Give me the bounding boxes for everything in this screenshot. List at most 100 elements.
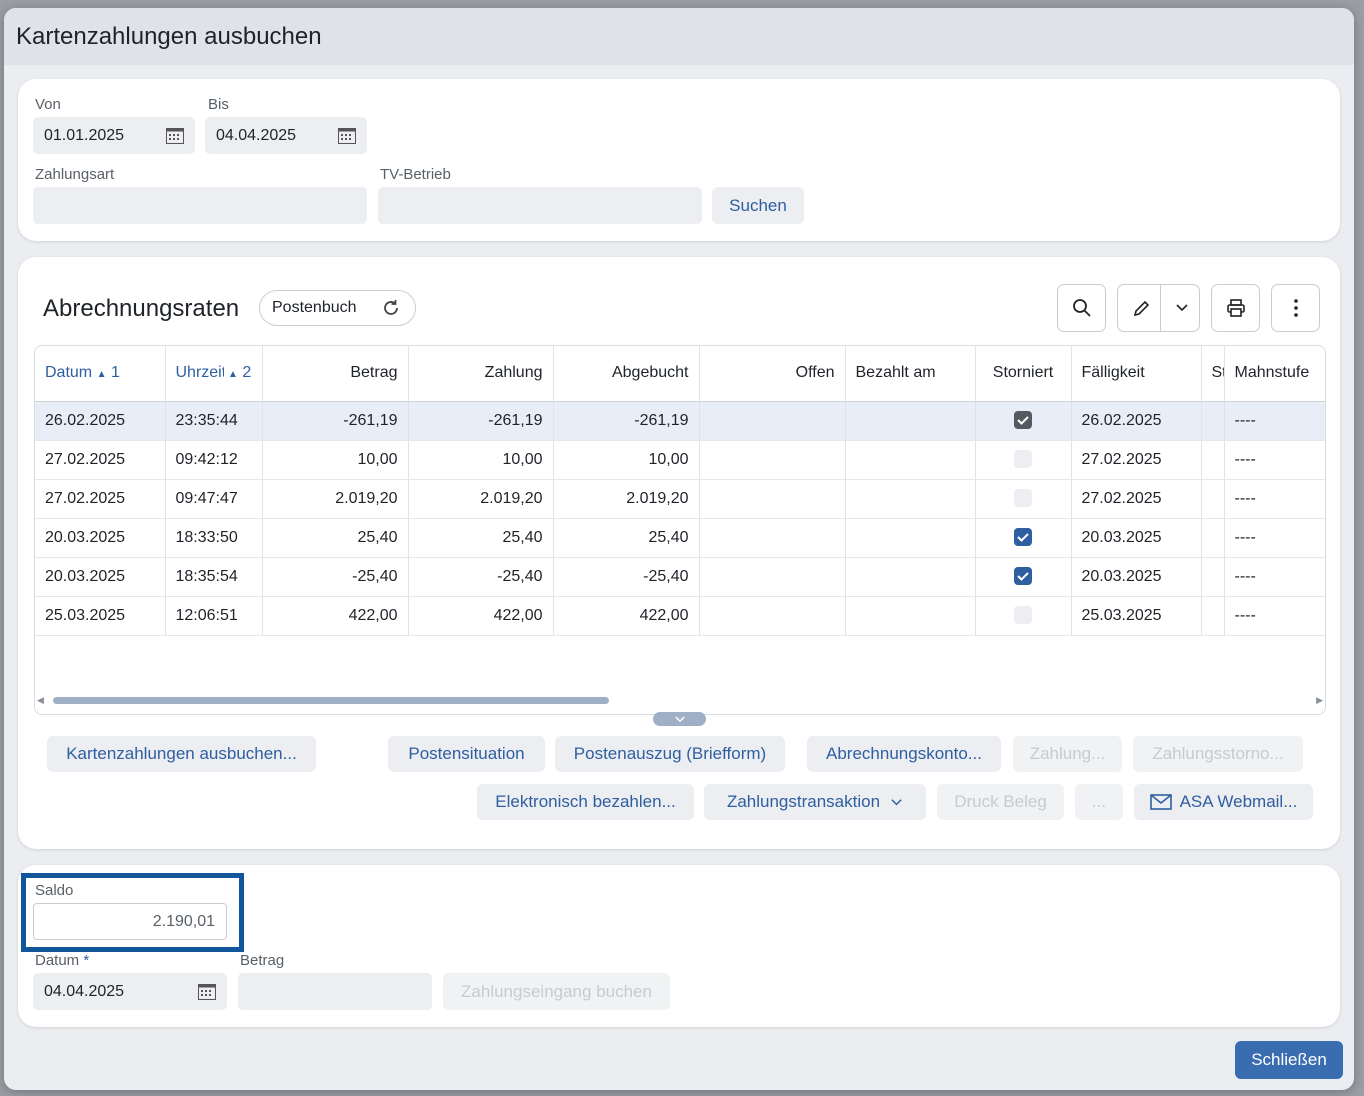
abrechnungskonto-button[interactable]: Abrechnungskonto... [807,736,1001,772]
von-date-field[interactable]: 01.01.2025 [33,117,195,154]
cell-bezahlt-am [845,440,976,480]
cell-storniert [975,440,1072,480]
cell-zahlung: -25,40 [408,557,554,597]
mail-icon [1149,794,1172,810]
table-header-row: Datum ▲ 1 Uhrzeit ▲ 2 Betrag Zahlung Abg… [35,346,1325,402]
more-options-button[interactable] [1271,284,1320,332]
horizontal-scrollbar[interactable]: ◀ ▶ [34,694,1326,706]
zahlungsstorno-button[interactable]: Zahlungsstorno... [1133,736,1303,772]
calendar-icon[interactable] [166,127,184,144]
more-actions-button[interactable]: ... [1075,784,1123,820]
tvbetrieb-label: TV-Betrieb [380,166,451,183]
betrag-field[interactable] [238,973,432,1010]
cell-betrag: 422,00 [262,596,409,636]
zahlungstransaktion-button[interactable]: Zahlungstransaktion [704,784,926,820]
cell-datum: 20.03.2025 [35,557,166,597]
cell-abgebucht: 2.019,20 [553,479,700,519]
dialog-header: Kartenzahlungen ausbuchen [4,8,1354,65]
scrollbar-thumb[interactable] [53,697,609,704]
saldo-label: Saldo [35,882,74,899]
col-bezahlt-am[interactable]: Bezahlt am [845,346,976,402]
scroll-right-icon[interactable]: ▶ [1316,695,1323,706]
sort-order-2: 2 [242,364,252,382]
cell-storniert [975,596,1072,636]
checkbox-checked-icon [1014,528,1032,547]
col-datum[interactable]: Datum ▲ 1 [35,346,166,402]
cell-datum: 26.02.2025 [35,401,166,441]
cell-faelligkeit: 20.03.2025 [1071,518,1202,558]
cell-storniert [975,557,1072,597]
datum-date-field[interactable]: 04.04.2025 [33,973,227,1010]
col-faelligkeit[interactable]: Fälligkeit [1071,346,1202,402]
cell-offen [699,401,846,441]
datum-label-text: Datum [35,952,80,969]
zahlung-button[interactable]: Zahlung... [1013,736,1122,772]
postensituation-button[interactable]: Postensituation [388,736,545,772]
cell-st [1201,479,1225,519]
table-row[interactable]: 25.03.2025 12:06:51 422,00 422,00 422,00 25.0… [35,596,1325,636]
postenbuch-view-pill[interactable]: Postenbuch [259,290,416,326]
table-row[interactable]: 20.03.2025 18:33:50 25,40 25,40 25,40 20.03.2… [35,518,1325,558]
cell-zahlung: -261,19 [408,401,554,441]
col-zahlung[interactable]: Zahlung [408,346,554,402]
cell-storniert [975,518,1072,558]
postenauszug-button[interactable]: Postenauszug (Briefform) [555,736,785,772]
col-offen[interactable]: Offen [699,346,846,402]
col-abgebucht[interactable]: Abgebucht [553,346,700,402]
elektronisch-bezahlen-button[interactable]: Elektronisch bezahlen... [477,784,694,820]
search-card: Von 01.01.2025 Bis 04.04.2025 Zahlungsar… [18,79,1340,241]
cell-betrag: -25,40 [262,557,409,597]
cell-datum: 25.03.2025 [35,596,166,636]
zahlungstransaktion-label: Zahlungstransaktion [726,792,881,811]
col-mahnstufe[interactable]: Mahnstufe [1224,346,1325,402]
col-storniert[interactable]: Storniert [975,346,1072,402]
table-row[interactable]: 27.02.2025 09:47:47 2.019,20 2.019,20 2.019,… [35,479,1325,519]
table-row[interactable]: 20.03.2025 18:35:54 -25,40 -25,40 -25,40 20.0… [35,557,1325,597]
search-button[interactable]: Suchen [712,187,804,224]
chevron-down-icon [674,715,685,722]
cell-offen [699,518,846,558]
split-divider [1160,285,1161,331]
cell-bezahlt-am [845,557,976,597]
grid-search-button[interactable] [1057,284,1106,332]
chevron-down-icon[interactable] [1175,301,1189,315]
bis-date-field[interactable]: 04.04.2025 [205,117,367,154]
kartenzahlungen-ausbuchen-button[interactable]: Kartenzahlungen ausbuchen... [47,736,316,772]
refresh-icon[interactable] [381,298,401,318]
table-row[interactable]: 26.02.2025 23:35:44 -261,19 -261,19 -261,19 2… [35,401,1325,441]
cell-mahnstufe: ---- [1224,401,1325,441]
cell-st [1201,596,1225,636]
dialog: Kartenzahlungen ausbuchen Von 01.01.2025… [4,8,1354,1090]
calendar-icon[interactable] [198,983,216,1000]
cell-uhrzeit: 12:06:51 [165,596,263,636]
cell-zahlung: 422,00 [408,596,554,636]
cell-mahnstufe: ---- [1224,518,1325,558]
zahlungseingang-buchen-button[interactable]: Zahlungseingang buchen [443,973,670,1010]
cell-zahlung: 10,00 [408,440,554,480]
cell-st [1201,518,1225,558]
cell-abgebucht: -261,19 [553,401,700,441]
col-betrag[interactable]: Betrag [262,346,409,402]
edit-split-button[interactable] [1117,284,1200,332]
pencil-icon[interactable] [1132,298,1152,318]
cell-bezahlt-am [845,479,976,519]
druck-beleg-button[interactable]: Druck Beleg [937,784,1064,820]
postenbuch-label: Postenbuch [272,299,357,316]
cell-st [1201,401,1225,441]
close-button[interactable]: Schließen [1235,1041,1343,1079]
tvbetrieb-field[interactable] [378,187,702,224]
expand-handle[interactable] [653,712,706,726]
col-st[interactable]: St [1201,346,1225,402]
cell-abgebucht: 10,00 [553,440,700,480]
col-uhrzeit[interactable]: Uhrzeit ▲ 2 [165,346,263,402]
cell-abgebucht: 25,40 [553,518,700,558]
saldo-field: 2.190,01 [33,903,227,940]
calendar-icon[interactable] [338,127,356,144]
cell-datum: 27.02.2025 [35,479,166,519]
zahlungsart-field[interactable] [33,187,367,224]
print-button[interactable] [1211,284,1260,332]
asa-webmail-button[interactable]: ASA Webmail... [1134,784,1313,820]
table-row[interactable]: 27.02.2025 09:42:12 10,00 10,00 10,00 27.02.2… [35,440,1325,480]
scroll-left-icon[interactable]: ◀ [37,695,44,706]
datum-label: Datum * [35,952,89,969]
